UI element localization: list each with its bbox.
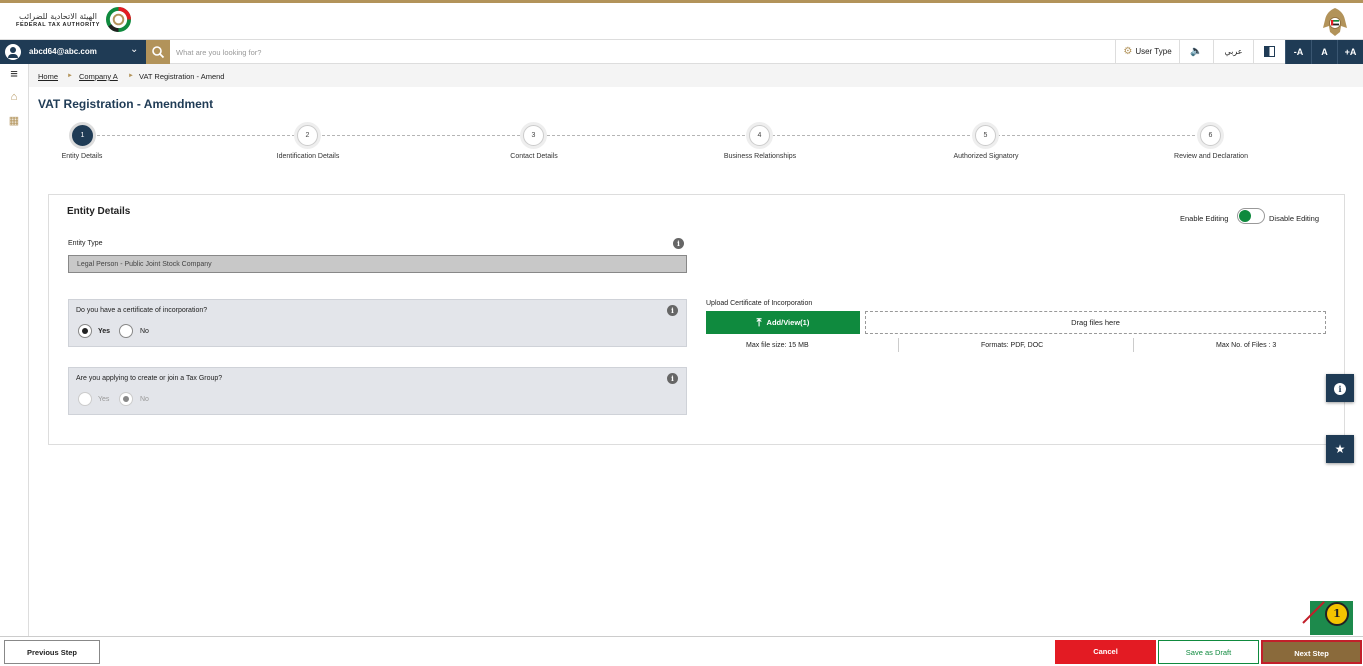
max-files-text: Max No. of Files : 3 (1216, 342, 1277, 349)
step-6-circle[interactable]: 6 (1200, 125, 1221, 146)
add-view-label: Add/View(1) (766, 318, 810, 327)
font-normal-button[interactable]: A (1311, 40, 1337, 64)
annotation-marker: 1 (1325, 602, 1349, 626)
step-1-circle[interactable]: 1 (72, 125, 93, 146)
meta-divider (1133, 338, 1134, 352)
search-input[interactable] (176, 44, 576, 60)
tax-group-no-radio[interactable] (119, 392, 133, 406)
cancel-button[interactable]: Cancel (1055, 640, 1156, 664)
logo-arabic-text: الهيئة الاتحادية للضرائب (19, 12, 97, 21)
apps-grid-icon[interactable]: ▦ (7, 114, 21, 128)
tax-group-question-panel: Are you applying to create or join a Tax… (68, 367, 687, 415)
info-icon[interactable]: i (673, 238, 684, 249)
search-icon (152, 46, 165, 59)
brand-header: الهيئة الاتحادية للضرائب FEDERAL TAX AUT… (0, 3, 1363, 39)
font-decrease-button[interactable]: -A (1285, 40, 1311, 64)
breadcrumb-separator-icon: ► (67, 73, 73, 79)
enable-editing-label: Enable Editing (1180, 214, 1229, 223)
certificate-question-panel: Do you have a certificate of incorporati… (68, 299, 687, 347)
speaker-icon: 🔈 (1190, 46, 1203, 57)
search-button[interactable] (146, 40, 170, 64)
step-2-circle[interactable]: 2 (297, 125, 318, 146)
step-3-circle[interactable]: 3 (523, 125, 544, 146)
left-sidebar: ≡ ⌂ ▦ (0, 64, 29, 636)
step-1-label: Entity Details (61, 153, 103, 160)
certificate-no-radio[interactable] (119, 324, 133, 338)
side-info-button[interactable]: i (1326, 374, 1354, 402)
breadcrumb: Home ► Company A ► VAT Registration - Am… (29, 64, 1363, 87)
chevron-down-icon: ⌄ (130, 44, 139, 55)
gear-icon: ⚙ (1123, 46, 1133, 57)
contrast-icon (1264, 46, 1275, 58)
user-menu[interactable]: abcd64@abc.com ⌄ (0, 40, 146, 64)
step-4-label: Business Relationships (723, 153, 797, 160)
star-icon: ★ (1334, 442, 1346, 456)
footer-actions: Previous Step Cancel Save as Draft Next … (0, 636, 1363, 666)
breadcrumb-company[interactable]: Company A (79, 72, 118, 81)
hamburger-menu-icon[interactable]: ≡ (7, 67, 21, 81)
text-to-speech-button[interactable]: 🔈 (1179, 40, 1213, 64)
tax-group-yes-radio[interactable] (78, 392, 92, 406)
logo-english-text: FEDERAL TAX AUTHORITY (16, 22, 100, 28)
stepper-connector-line (82, 135, 1210, 136)
fta-logo-text[interactable]: الهيئة الاتحادية للضرائب FEDERAL TAX AUT… (8, 12, 108, 29)
save-as-draft-button[interactable]: Save as Draft (1158, 640, 1259, 664)
language-arabic-button[interactable]: عربي (1213, 40, 1253, 64)
add-view-upload-button[interactable]: ⤒ Add/View(1) (706, 311, 860, 334)
entity-type-label: Entity Type (68, 240, 103, 247)
breadcrumb-separator-icon: ► (128, 73, 134, 79)
fta-emblem-icon[interactable] (106, 7, 131, 32)
certificate-yes-label: Yes (98, 328, 111, 335)
section-title: Entity Details (67, 206, 131, 217)
step-5-circle[interactable]: 5 (975, 125, 996, 146)
user-type-button[interactable]: ⚙ User Type (1115, 40, 1179, 64)
user-email: abcd64@abc.com (29, 47, 97, 56)
meta-divider (898, 338, 899, 352)
info-icon[interactable]: i (667, 305, 678, 316)
breadcrumb-current: VAT Registration - Amend (139, 72, 225, 81)
step-4-circle[interactable]: 4 (749, 125, 770, 146)
next-step-button[interactable]: Next Step (1261, 640, 1362, 664)
user-type-label: User Type (1135, 47, 1172, 56)
entity-type-field: Legal Person - Public Joint Stock Compan… (68, 255, 687, 273)
upload-icon: ⤒ (756, 317, 762, 329)
previous-step-button[interactable]: Previous Step (4, 640, 100, 664)
step-3-label: Contact Details (510, 153, 558, 160)
step-6-label: Review and Declaration (1174, 153, 1248, 160)
file-dropzone[interactable]: Drag files here (865, 311, 1326, 334)
arabic-label: عربي (1224, 47, 1243, 56)
certificate-no-label: No (140, 328, 149, 335)
contrast-toggle-button[interactable] (1253, 40, 1285, 64)
editing-toggle-switch[interactable] (1237, 208, 1265, 224)
certificate-question-text: Do you have a certificate of incorporati… (76, 307, 208, 314)
max-file-size-text: Max file size: 15 MB (746, 342, 809, 349)
user-avatar-icon (5, 44, 21, 60)
font-increase-button[interactable]: +A (1337, 40, 1363, 64)
upload-title: Upload Certificate of Incorporation (706, 300, 813, 307)
formats-text: Formats: PDF, DOC (981, 342, 1044, 349)
step-5-label: Authorized Signatory (953, 153, 1019, 160)
certificate-yes-radio[interactable] (78, 324, 92, 338)
disable-editing-label: Disable Editing (1269, 214, 1320, 223)
top-navbar: abcd64@abc.com ⌄ ⚙User Type 🔈 عربي -A A … (0, 39, 1363, 64)
breadcrumb-home[interactable]: Home (38, 72, 58, 81)
tax-group-no-label: No (140, 396, 149, 403)
step-2-label: Identification Details (276, 153, 340, 160)
side-favorite-button[interactable]: ★ (1326, 435, 1354, 463)
info-icon[interactable]: i (667, 373, 678, 384)
uae-falcon-emblem-icon (1323, 8, 1347, 36)
page-title: VAT Registration - Amendment (38, 97, 214, 111)
tax-group-yes-label: Yes (98, 396, 110, 403)
home-icon[interactable]: ⌂ (7, 90, 21, 104)
tax-group-question-text: Are you applying to create or join a Tax… (76, 375, 223, 382)
info-icon: i (1334, 382, 1346, 395)
toggle-knob (1239, 210, 1251, 222)
